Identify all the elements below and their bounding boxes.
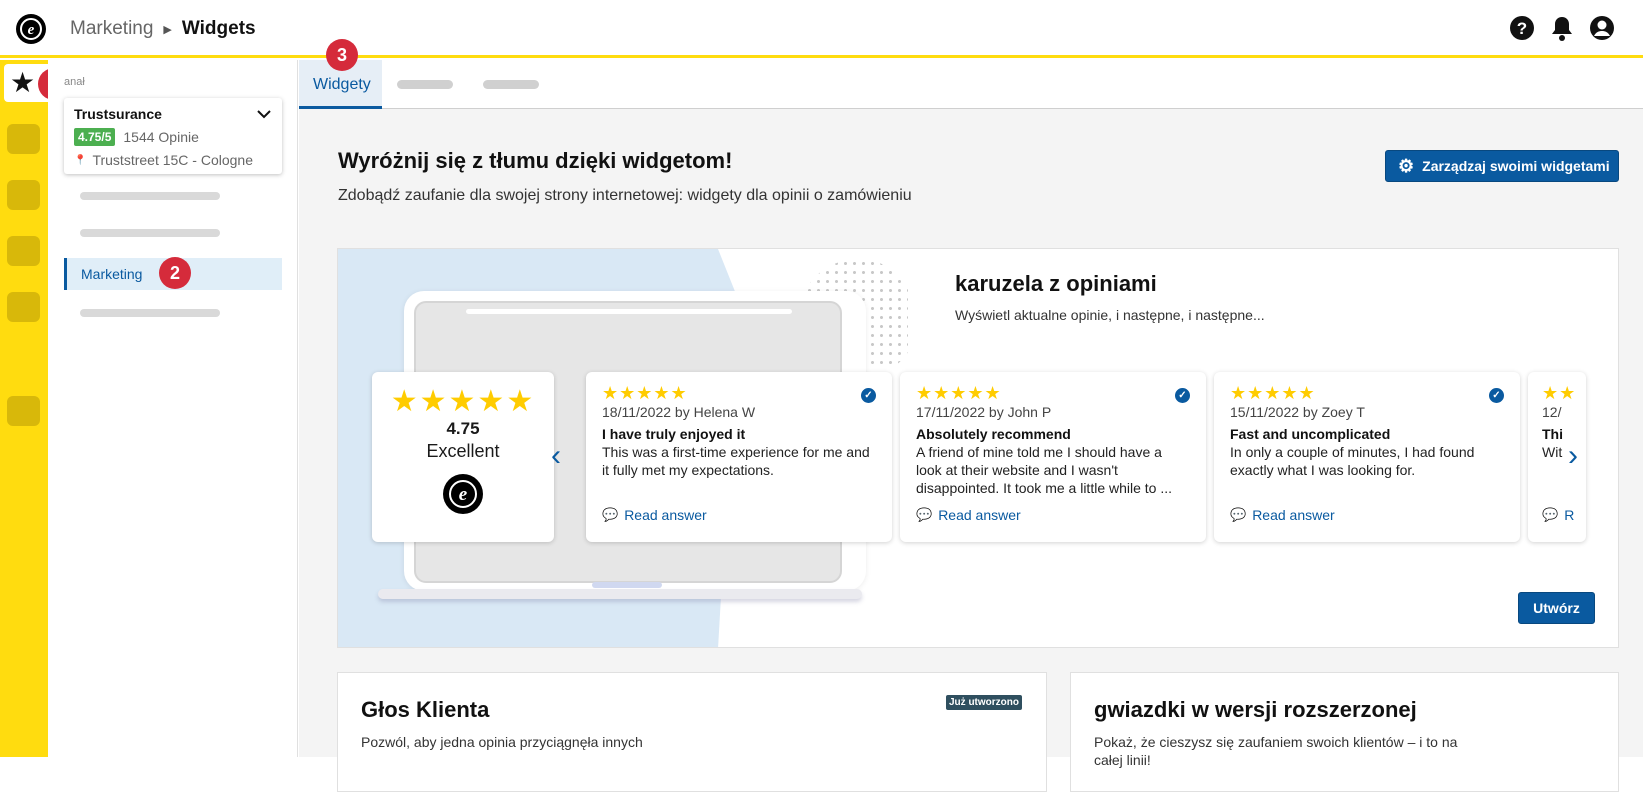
read-answer-link[interactable]: 💬 Read answer: [602, 507, 707, 523]
carousel-widget-title: karuzela z opiniami: [955, 271, 1157, 296]
review-title: Fast and uncomplicated: [1230, 426, 1391, 442]
tab-bar: Widgety: [299, 60, 1643, 109]
trusted-shops-logo[interactable]: e: [16, 14, 46, 44]
create-widget-button[interactable]: Utwórz: [1518, 592, 1595, 624]
verified-check-icon: ✓: [1175, 388, 1190, 403]
shop-address: Truststreet 15C - Cologne: [92, 152, 254, 168]
verified-check-icon: ✓: [861, 388, 876, 403]
sidebar-item-placeholder-2[interactable]: [80, 229, 220, 237]
tab-placeholder-1[interactable]: [397, 80, 453, 89]
review-stars: ★★★★★: [1230, 383, 1316, 403]
shop-selector[interactable]: Trustsurance 4.75/5 1544 Opinie 📍 Trusts…: [64, 98, 282, 174]
review-card: ★★★★★ ✓ 17/11/2022 by John P Absolutely …: [900, 372, 1206, 542]
sidebar-item-placeholder-3[interactable]: [80, 309, 220, 317]
comment-bubble-icon: 💬: [602, 507, 619, 522]
review-stars: ★★★★★: [602, 383, 688, 403]
laptop-notch: [592, 582, 662, 588]
review-count: 1544 Opinie: [123, 129, 199, 145]
summary-stars: ★★★★★: [390, 385, 536, 418]
summary-score: 4.75: [446, 419, 480, 438]
svg-text:?: ?: [1517, 19, 1527, 38]
customer-voice-widget-card: Głos Klienta Już utworzono Pozwól, aby j…: [337, 672, 1047, 792]
widget-card-description: Pokaż, że cieszysz się zaufaniem swoich …: [1094, 734, 1458, 768]
manage-widgets-button[interactable]: ⚙ Zarządzaj swoimi widgetami: [1385, 150, 1619, 182]
rating-summary-card: ★★★★★ 4.75 Excellent e: [372, 372, 554, 542]
chevron-down-icon: [257, 110, 271, 119]
breadcrumb-widgets: Widgets: [181, 18, 256, 39]
comment-bubble-icon: 💬: [1230, 507, 1247, 522]
top-icons: ?: [1509, 15, 1615, 41]
top-bar: e Marketing ▶ Widgets ?: [0, 0, 1643, 58]
review-meta: 15/11/2022 by Zoey T: [1230, 404, 1365, 420]
breadcrumb: Marketing ▶ Widgets: [70, 18, 256, 40]
widget-card-title: gwiazdki w wersji rozszerzonej: [1094, 697, 1417, 722]
laptop-screen-bar: [466, 309, 792, 314]
read-answer-link[interactable]: 💬 R: [1542, 507, 1574, 523]
read-answer-label: Read answer: [624, 507, 707, 523]
review-body: A friend of mine told me I should have a…: [916, 444, 1173, 496]
notifications-bell-icon[interactable]: [1549, 15, 1575, 41]
review-meta: 12/: [1542, 404, 1562, 420]
comment-bubble-icon: 💬: [916, 507, 933, 522]
review-body: This was a first-time experience for me …: [602, 444, 870, 478]
user-account-icon[interactable]: [1589, 15, 1615, 41]
rail-item-4[interactable]: [7, 236, 40, 266]
review-carousel-widget-card: karuzela z opiniami Wyświetl aktualne op…: [337, 248, 1619, 648]
star-icon: ★: [10, 67, 36, 98]
read-answer-link[interactable]: 💬 Read answer: [1230, 507, 1335, 523]
carousel-prev-arrow-icon[interactable]: ‹: [551, 441, 561, 471]
rail-item-2[interactable]: [7, 124, 40, 154]
main-content: Widgety Wyróżnij się z tłumu dzięki widg…: [299, 60, 1643, 792]
review-meta: 17/11/2022 by John P: [916, 404, 1052, 420]
help-icon[interactable]: ?: [1509, 15, 1535, 41]
review-meta: 18/11/2022 by Helena W: [602, 404, 756, 420]
location-pin-icon: 📍: [74, 154, 87, 166]
rating-badge: 4.75/5: [74, 128, 116, 146]
read-answer-link[interactable]: 💬 Read answer: [916, 507, 1021, 523]
read-answer-label: R: [1564, 507, 1575, 523]
review-stars: ★★: [1542, 383, 1577, 403]
widget-card-description: Pozwól, aby jedna opinia przyciągnęła in…: [361, 734, 643, 750]
channel-label: anał: [64, 76, 85, 88]
rail-item-5[interactable]: [7, 292, 40, 322]
sidebar-item-placeholder-1[interactable]: [80, 192, 220, 200]
annotation-badge-3: 3: [326, 39, 358, 71]
annotation-badge-2: 2: [159, 257, 191, 289]
summary-label: Excellent: [426, 441, 500, 461]
logo-e-icon: e: [20, 18, 42, 40]
sidebar-item-label: Marketing: [81, 266, 143, 282]
svg-text:e: e: [28, 22, 35, 38]
review-card: ★★★★★ ✓ 18/11/2022 by Helena W I have tr…: [586, 372, 892, 542]
review-title: I have truly enjoyed it: [602, 426, 746, 442]
read-answer-label: Read answer: [938, 507, 1021, 523]
extended-stars-widget-card: gwiazdki w wersji rozszerzonej Pokaż, że…: [1070, 672, 1619, 792]
secondary-sidebar: anał Trustsurance 4.75/5 1544 Opinie 📍 T…: [48, 60, 298, 757]
tab-placeholder-2[interactable]: [483, 80, 539, 89]
gear-icon: ⚙: [1398, 156, 1415, 176]
manage-widgets-label: Zarządzaj swoimi widgetami: [1422, 158, 1610, 174]
rail-item-3[interactable]: [7, 180, 40, 210]
review-body: In only a couple of minutes, I had found…: [1230, 444, 1475, 478]
review-title: Absolutely recommend: [916, 426, 1071, 442]
verified-check-icon: ✓: [1489, 388, 1504, 403]
already-created-badge: Już utworzono: [946, 695, 1022, 710]
carousel-next-arrow-icon[interactable]: ›: [1568, 441, 1578, 471]
carousel-widget-description: Wyświetl aktualne opinie, i następne, i …: [955, 307, 1265, 323]
laptop-base: [378, 589, 862, 599]
page-subtitle: Zdobądź zaufanie dla swojej strony inter…: [338, 187, 912, 204]
breadcrumb-marketing[interactable]: Marketing: [70, 18, 153, 40]
read-answer-label: Read answer: [1252, 507, 1335, 523]
svg-text:e: e: [459, 484, 468, 505]
rail-item-6[interactable]: [7, 396, 40, 426]
review-stars: ★★★★★: [916, 383, 1002, 403]
comment-bubble-icon: 💬: [1542, 507, 1559, 522]
breadcrumb-separator-icon: ▶: [163, 23, 172, 36]
trusted-shops-badge-icon: e: [443, 474, 483, 514]
tab-label: Widgety: [313, 76, 371, 93]
app-rail: ★: [0, 60, 64, 757]
review-card: ★★★★★ ✓ 15/11/2022 by Zoey T Fast and un…: [1214, 372, 1520, 542]
shop-name: Trustsurance: [74, 106, 162, 122]
widget-card-title: Głos Klienta: [361, 697, 490, 722]
page-title: Wyróżnij się z tłumu dzięki widgetom!: [338, 148, 733, 173]
